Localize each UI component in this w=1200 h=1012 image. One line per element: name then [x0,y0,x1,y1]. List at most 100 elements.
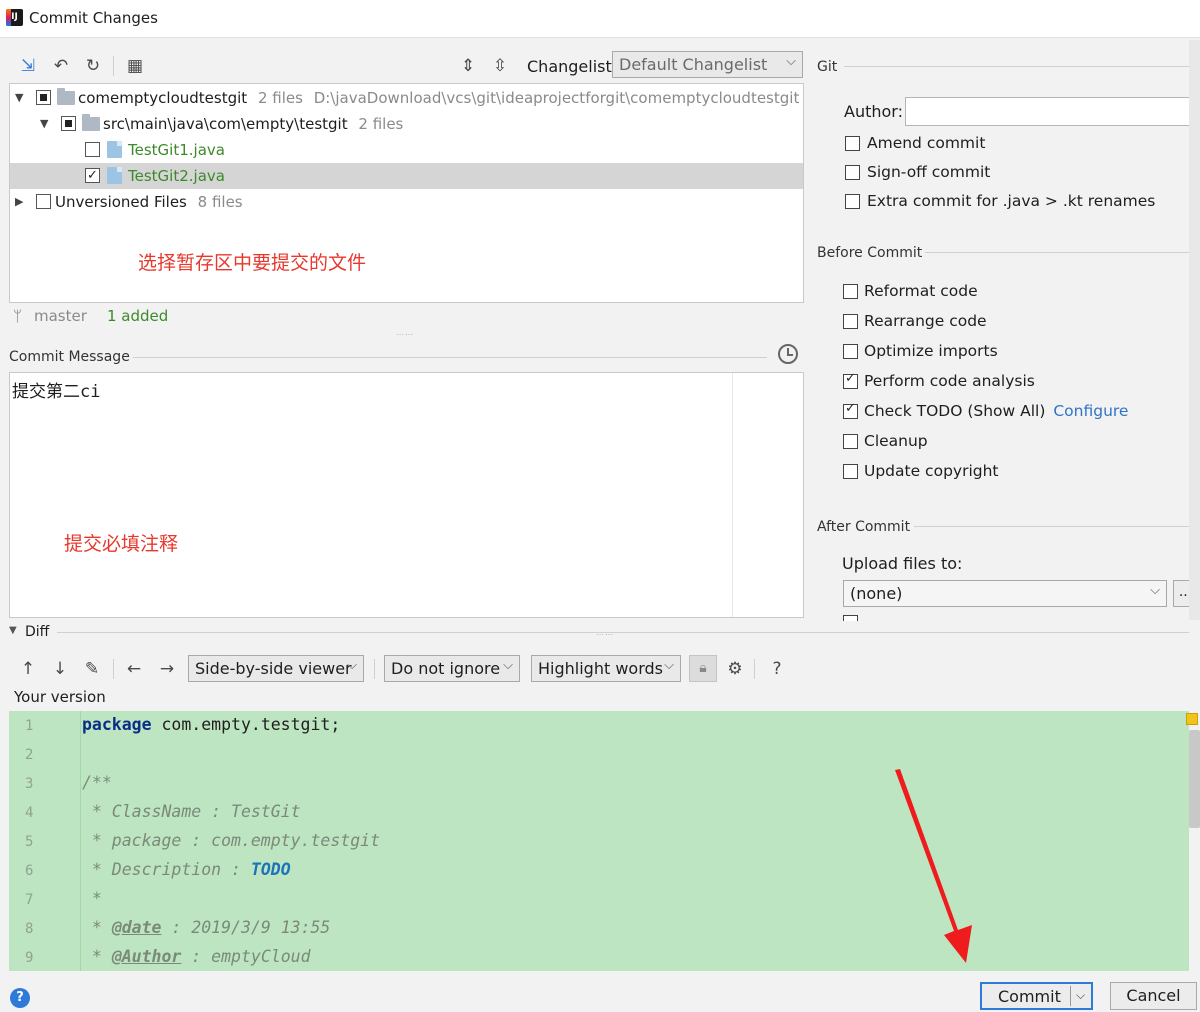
arrow-up-icon[interactable]: ↑ [17,658,39,680]
check-todo-text[interactable]: Check TODO (Show All) [864,402,1045,420]
arrow-left-icon[interactable]: ← [123,658,145,680]
collapse-diff-icon[interactable]: ▼ [9,625,17,636]
annotation-arrow-icon [895,769,972,963]
upload-label: Upload files to: [842,554,963,573]
window-title: Commit Changes [29,9,158,27]
history-icon[interactable] [778,344,798,364]
java-file-icon [107,141,122,158]
intellij-logo-icon: IJ [6,9,23,26]
optimize-imports-label[interactable]: Optimize imports [864,342,998,360]
code-line: package com.empty.testgit; [82,715,341,734]
check-todo-checkbox[interactable] [843,401,858,419]
arrow-down-icon[interactable]: ↓ [49,658,71,680]
changes-tree: ▼ comemptycloudtestgit 2 files D:\javaDo… [9,83,804,303]
expand-all-icon[interactable]: ⇕ [457,55,479,77]
rearrange-code-checkbox[interactable] [843,314,858,329]
cleanup-label[interactable]: Cleanup [864,432,928,450]
arrow-right-icon[interactable]: → [156,658,178,680]
chevron-down-icon[interactable]: ⌵ [1076,982,1085,1008]
author-input[interactable] [905,97,1196,126]
tree-row-file[interactable]: TestGit1.java [10,137,803,163]
file-checkbox[interactable] [85,142,100,157]
splitter-handle[interactable]: ⋯⋯ [396,330,414,339]
toolbar-divider [113,56,114,76]
section-divider [914,526,1189,527]
code-scrollbar-thumb[interactable] [1189,730,1200,828]
cancel-button[interactable]: Cancel [1110,982,1197,1010]
file-name: TestGit1.java [128,141,225,159]
tree-row-unversioned[interactable]: ▶ Unversioned Files 8 files [10,189,803,215]
update-copyright-label[interactable]: Update copyright [864,462,999,480]
chevron-down-icon[interactable]: ▼ [40,111,48,137]
check-todo-label[interactable]: Check TODO (Show All) Configure [864,402,1128,420]
commit-message-input[interactable]: 提交第二ci 提交必填注释 [9,372,804,618]
rearrange-code-label[interactable]: Rearrange code [864,312,987,330]
highlight-dropdown[interactable]: Highlight words [531,653,681,682]
tree-row-root[interactable]: ▼ comemptycloudtestgit 2 files D:\javaDo… [10,85,803,111]
title-bar: IJ Commit Changes [0,0,1200,38]
refresh-icon[interactable]: ↻ [82,55,104,77]
line-number: 7 [25,892,34,908]
added-count: 1 added [107,307,169,325]
configure-link[interactable]: Configure [1053,402,1128,420]
group-by-icon[interactable]: ▦ [124,55,146,77]
sign-off-checkbox[interactable] [845,165,860,180]
branch-icon: ᛘ [13,307,23,325]
help-button[interactable]: ? [10,988,30,1008]
code-diff-view[interactable]: 1 2 3 4 5 6 7 8 9 package com.empty.test… [9,711,1189,971]
help-icon[interactable]: ? [766,658,788,680]
lock-icon[interactable]: 🔒︎ [689,655,717,682]
warning-marker-icon[interactable] [1186,713,1198,725]
changelist-dropdown[interactable]: Default Changelist [612,49,803,78]
splitter-handle[interactable]: ⋯⋯ [596,630,614,639]
message-annotation: 提交必填注释 [64,533,179,555]
code-line: * ClassName : TestGit [82,802,301,821]
code-line: * [82,889,102,908]
amend-commit-checkbox[interactable] [845,136,860,151]
module-folder-icon [57,88,75,105]
file-name: TestGit2.java [128,167,225,185]
viewer-dropdown[interactable]: Side-by-side viewer [188,653,364,682]
folder-checkbox[interactable] [61,116,76,131]
extra-commit-label[interactable]: Extra commit for .java > .kt renames [867,192,1155,210]
amend-commit-label[interactable]: Amend commit [867,134,985,152]
code-line: * @date : 2019/3/9 13:55 [82,918,331,937]
reformat-code-label[interactable]: Reformat code [864,282,978,300]
root-checkbox[interactable] [36,90,51,105]
commit-button[interactable]: Commit ⌵ [980,982,1093,1010]
line-gutter [9,711,81,971]
clipped-option [843,615,1153,621]
collapse-all-icon[interactable]: ⇳ [489,55,511,77]
code-line: * @Author : emptyCloud [82,947,311,966]
ignore-dropdown[interactable]: Do not ignore [384,653,520,682]
tree-row-file-selected[interactable]: TestGit2.java [10,163,803,189]
rollback-icon[interactable]: ↶ [50,55,72,77]
extra-commit-checkbox[interactable] [845,194,860,209]
show-diff-icon[interactable]: ⇲ [17,55,39,77]
code-analysis-checkbox[interactable] [843,371,858,389]
chevron-down-icon[interactable]: ▼ [15,85,23,111]
chevron-right-icon[interactable]: ▶ [15,189,23,215]
upload-dropdown[interactable]: (none) [843,578,1167,607]
file-checkbox[interactable] [85,163,100,189]
unversioned-checkbox[interactable] [36,194,51,209]
commit-message-text[interactable]: 提交第二ci [12,377,100,402]
code-analysis-label[interactable]: Perform code analysis [864,372,1035,390]
commit-button-label[interactable]: Commit [998,987,1061,1006]
cleanup-checkbox[interactable] [843,434,858,449]
code-line: /** [82,773,112,792]
tree-row-folder[interactable]: ▼ src\main\java\com\empty\testgit 2 file… [10,111,803,137]
edit-icon[interactable]: ✎ [81,658,103,680]
optimize-imports-checkbox[interactable] [843,344,858,359]
unversioned-count: 8 files [197,193,243,211]
line-number: 5 [25,834,34,850]
update-copyright-checkbox[interactable] [843,464,858,479]
reformat-code-checkbox[interactable] [843,284,858,299]
gear-icon[interactable]: ⚙ [724,658,746,680]
line-number: 1 [25,718,34,734]
line-number: 6 [25,863,34,879]
right-panel-scrollbar[interactable] [1189,40,1200,620]
sign-off-label[interactable]: Sign-off commit [867,163,990,181]
branch-name: master [34,307,87,325]
split-divider [1070,986,1071,1006]
